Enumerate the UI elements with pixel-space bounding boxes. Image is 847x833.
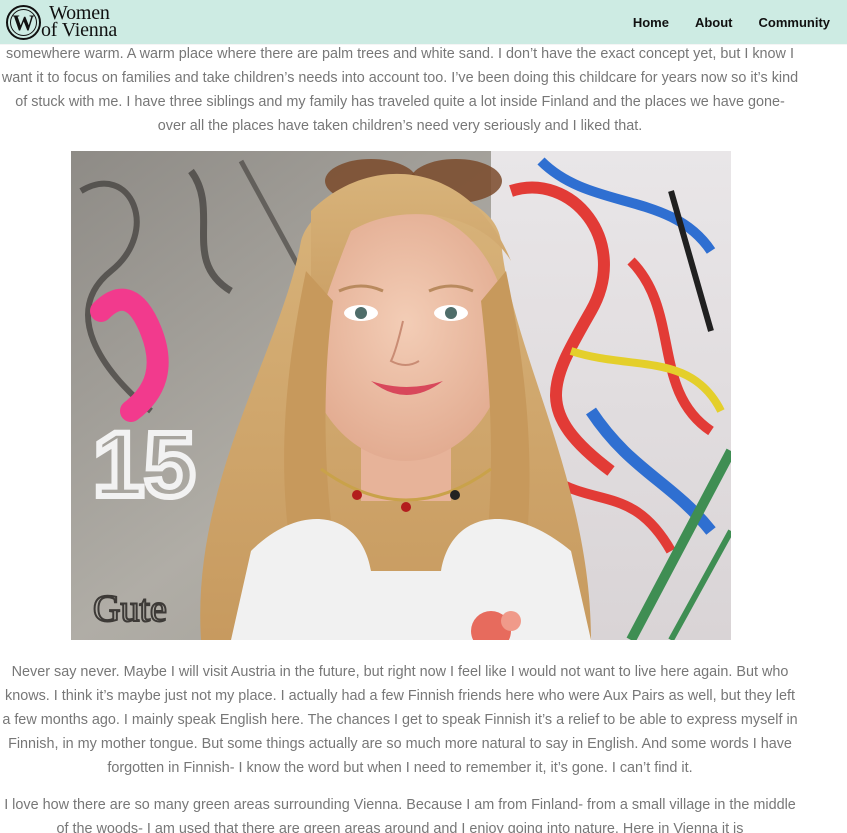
logo-letter: W <box>12 9 35 35</box>
nav-about-link[interactable]: About <box>695 15 733 30</box>
logo-wordmark: Women of Vienna <box>41 3 117 40</box>
logo-wordmark-line2: of Vienna <box>41 19 118 41</box>
graffiti-tag: Gute <box>93 588 167 630</box>
site-header: W Women of Vienna Home About Community <box>0 0 847 44</box>
portrait-photo: 15 Gute <box>71 151 731 640</box>
main-nav: Home About Community <box>607 0 830 44</box>
graffiti-15: 15 <box>93 414 195 516</box>
logo-mark-icon: W <box>6 4 41 40</box>
article-paragraph: somewhere warm. A warm place where there… <box>1 46 799 134</box>
article-paragraph: Never say never. Maybe I will visit Aust… <box>2 664 798 776</box>
nav-community-link[interactable]: Community <box>759 15 831 30</box>
nav-home-link[interactable]: Home <box>633 15 669 30</box>
article-paragraph: I love how there are so many green areas… <box>4 797 796 833</box>
site-logo-link[interactable]: W Women of Vienna <box>6 3 117 41</box>
